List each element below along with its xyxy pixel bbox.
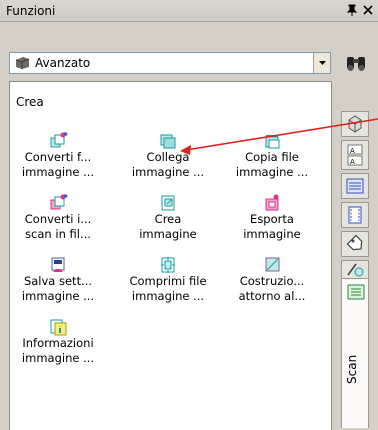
right-tab-strip: AA Scan (338, 111, 372, 430)
item-convert-format[interactable]: Converti f... immagine ... (8, 132, 108, 180)
item-compress-file[interactable]: Comprimi file immagine ... (118, 256, 218, 304)
convert-image-icon (48, 132, 68, 150)
section-title: Crea (16, 95, 44, 109)
svg-text:A: A (350, 158, 355, 166)
item-label: immagine ... (235, 165, 309, 179)
item-export-image[interactable]: Esporta immagine (222, 194, 322, 242)
panel-title: Funzioni (6, 4, 56, 18)
measure-icon[interactable] (341, 260, 369, 278)
item-label: immagine (243, 227, 301, 241)
scanner-icon (346, 283, 366, 304)
item-image-info[interactable]: Informazioni immagine ... (8, 318, 108, 366)
item-label: immagine (139, 227, 197, 241)
item-copy-file[interactable]: Copia file immagine ... (222, 132, 322, 180)
link-image-icon (158, 132, 178, 150)
item-label: Converti i... (24, 212, 92, 226)
cube-icon (14, 56, 30, 70)
item-label: immagine ... (21, 289, 95, 303)
view-3d-icon[interactable] (341, 111, 369, 137)
copy-file-icon (262, 132, 282, 150)
item-label: Informazioni (22, 336, 94, 350)
item-convert-scan[interactable]: Converti i... scan in fil... (8, 194, 108, 242)
text-a-icon[interactable]: AA (341, 140, 369, 170)
build-around-icon (262, 256, 282, 274)
layout-icon[interactable] (341, 173, 369, 199)
functions-list: Crea Converti f... immagine ... Collega … (9, 81, 332, 430)
export-image-icon (262, 194, 282, 212)
item-link-image[interactable]: Collega immagine ... (118, 132, 218, 180)
item-create-image[interactable]: Crea immagine (118, 194, 218, 242)
tab-scan[interactable]: Scan (341, 278, 369, 428)
item-label: Copia file (245, 150, 299, 164)
item-label: Collega (146, 150, 190, 164)
scan-tab-label: Scan (345, 354, 359, 384)
item-label: Costruzio... (239, 274, 305, 288)
functions-panel: Funzioni Avanzato Crea Converti f... imm… (0, 0, 378, 430)
panel-titlebar: Funzioni (0, 0, 378, 22)
item-label: Comprimi file (129, 274, 207, 288)
convert-scan-icon (48, 194, 68, 212)
item-build-around[interactable]: Costruzio... attorno al... (222, 256, 322, 304)
tag-icon[interactable] (341, 231, 369, 257)
item-save-settings[interactable]: Salva sett... immagine ... (8, 256, 108, 304)
item-label: Crea (154, 212, 182, 226)
item-label: immagine ... (131, 289, 205, 303)
filmstrip-icon[interactable] (341, 202, 369, 228)
compress-file-icon (158, 256, 178, 274)
image-info-icon (48, 318, 68, 336)
save-settings-icon (48, 256, 68, 274)
dropdown-value: Avanzato (35, 56, 91, 70)
binoculars-icon[interactable] (343, 51, 369, 75)
chevron-down-icon[interactable] (313, 53, 330, 73)
item-label: immagine ... (21, 165, 95, 179)
close-icon[interactable] (361, 3, 375, 17)
pin-icon[interactable] (345, 3, 359, 17)
item-label: Esporta (250, 212, 294, 226)
item-label: immagine ... (131, 165, 205, 179)
svg-text:A: A (350, 147, 355, 155)
item-label: Salva sett... (23, 274, 93, 288)
item-label: attorno al... (238, 289, 306, 303)
item-label: immagine ... (21, 351, 95, 365)
item-label: Converti f... (24, 150, 92, 164)
item-label: scan in fil... (25, 227, 91, 241)
category-dropdown[interactable]: Avanzato (9, 52, 331, 74)
create-image-icon (158, 194, 178, 212)
